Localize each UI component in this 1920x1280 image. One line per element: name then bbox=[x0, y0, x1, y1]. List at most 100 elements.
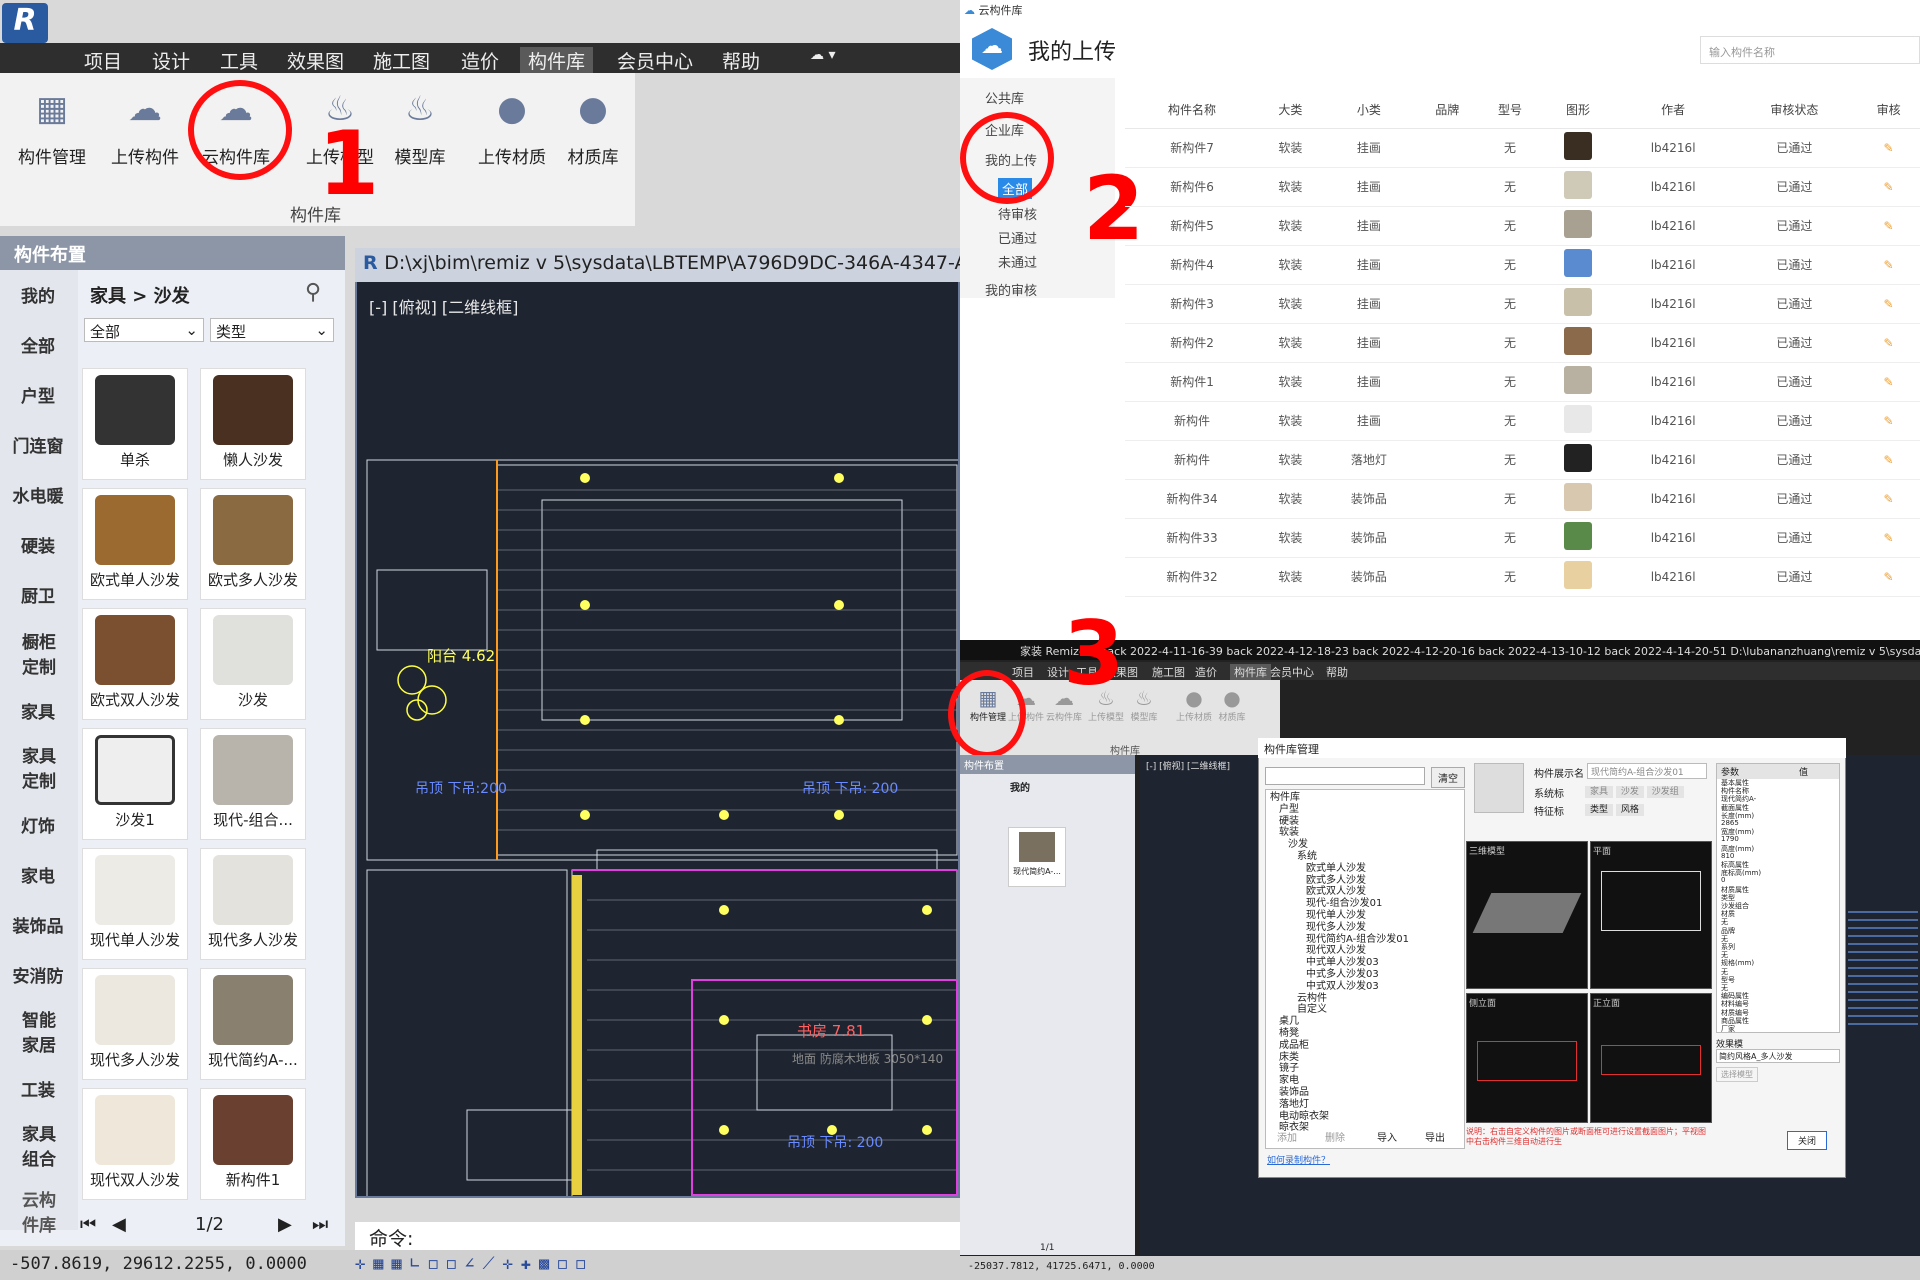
filter-type-select[interactable]: 类型 ⌄ bbox=[210, 318, 334, 342]
dialog-search-input[interactable] bbox=[1265, 767, 1425, 785]
cad-viewport[interactable]: [-] [俯视] [二维线框] 阳台 4.62 吊顶 下吊:200 吊顶 下吊:… bbox=[355, 248, 960, 1198]
item-tile[interactable]: 欧式双人沙发 bbox=[82, 608, 188, 720]
category-cloud[interactable]: 云构件库 bbox=[14, 1186, 64, 1236]
item-tile[interactable]: 沙发 bbox=[200, 608, 306, 720]
last-page-icon[interactable]: ⏭ bbox=[312, 1214, 328, 1235]
side-my-review[interactable]: 我的审核 bbox=[985, 280, 1037, 299]
search-input[interactable]: 输入构件名称 bbox=[1700, 36, 1920, 64]
model-library-button[interactable]: ♨ 模型库 bbox=[380, 83, 460, 168]
menu-member[interactable]: 会员中心 bbox=[617, 47, 693, 74]
item-tile[interactable]: 现代多人沙发 bbox=[200, 848, 306, 960]
category-mine[interactable]: 我的 bbox=[4, 282, 72, 307]
item-tile[interactable]: 懒人沙发 bbox=[200, 368, 306, 480]
category-floorplan[interactable]: 户型 bbox=[4, 382, 72, 407]
category-all[interactable]: 全部 bbox=[4, 332, 72, 357]
menu-cost[interactable]: 造价 bbox=[461, 47, 499, 74]
view-3d[interactable]: 三维模型 bbox=[1466, 841, 1588, 989]
table-row[interactable]: 新构件34 软装 装饰品 无 lb4216l 已通过 ✎ bbox=[1125, 479, 1920, 519]
category-hardfit[interactable]: 硬装 bbox=[4, 532, 72, 557]
menu-help[interactable]: 帮助 bbox=[722, 47, 760, 74]
category-plumbing[interactable]: 水电暖 bbox=[4, 482, 72, 507]
menu-tools[interactable]: 工具 bbox=[220, 47, 258, 74]
clear-button[interactable]: 清空 bbox=[1431, 767, 1465, 788]
model-library-button[interactable]: ♨ 模型库 bbox=[1126, 686, 1162, 723]
tree-node[interactable]: 现代简约A-组合沙发01 bbox=[1306, 934, 1409, 945]
table-row[interactable]: 新构件 软装 落地灯 无 lb4216l 已通过 ✎ bbox=[1125, 440, 1920, 480]
view-side[interactable]: 侧立面 bbox=[1466, 993, 1588, 1123]
menu-project[interactable]: 项目 bbox=[1012, 664, 1034, 680]
tree-node[interactable]: 自定义 bbox=[1297, 1004, 1327, 1015]
edit-icon[interactable]: ✎ bbox=[1857, 440, 1920, 480]
category-security[interactable]: 安消防 bbox=[4, 962, 72, 987]
edit-icon[interactable]: ✎ bbox=[1857, 362, 1920, 402]
tree-node[interactable]: 床类 bbox=[1279, 1052, 1299, 1063]
item-tile[interactable]: 欧式单人沙发 bbox=[82, 488, 188, 600]
command-line[interactable]: 命令: bbox=[355, 1222, 960, 1250]
item-tile[interactable]: 现代多人沙发 bbox=[82, 968, 188, 1080]
cloud-dropdown-icon[interactable]: ☁ ▾ bbox=[810, 47, 835, 63]
component-manage-button[interactable]: ▦ 构件管理 bbox=[12, 83, 92, 168]
menu-project[interactable]: 项目 bbox=[84, 47, 122, 74]
category-furniture-custom[interactable]: 家具定制 bbox=[14, 742, 64, 792]
delete-button[interactable]: 删除 bbox=[1325, 1129, 1345, 1144]
tree-node[interactable]: 系统 bbox=[1297, 851, 1317, 862]
category-kitchen-bath[interactable]: 厨卫 bbox=[4, 582, 72, 607]
edit-icon[interactable]: ✎ bbox=[1857, 557, 1920, 597]
category-lighting[interactable]: 灯饰 bbox=[4, 812, 72, 837]
menu-help[interactable]: 帮助 bbox=[1326, 664, 1348, 680]
tree-node[interactable]: 欧式多人沙发 bbox=[1306, 875, 1366, 886]
tree-node[interactable]: 中式多人沙发03 bbox=[1306, 969, 1379, 980]
side-rejected[interactable]: 未通过 bbox=[998, 252, 1037, 271]
table-row[interactable]: 新构件4 软装 挂画 无 lb4216l 已通过 ✎ bbox=[1125, 245, 1920, 285]
import-button[interactable]: 导入 bbox=[1377, 1129, 1397, 1144]
panel-tab-mine[interactable]: 我的 bbox=[1010, 779, 1030, 794]
table-row[interactable]: 新构件2 软装 挂画 无 lb4216l 已通过 ✎ bbox=[1125, 323, 1920, 363]
category-door-window[interactable]: 门连窗 bbox=[4, 432, 72, 457]
tree-node[interactable]: 户型 bbox=[1279, 804, 1299, 815]
material-library-button[interactable]: ● 材质库 bbox=[553, 83, 633, 168]
tree-node[interactable]: 沙发 bbox=[1288, 839, 1308, 850]
menu-construction[interactable]: 施工图 bbox=[373, 47, 430, 74]
edit-icon[interactable]: ✎ bbox=[1857, 479, 1920, 519]
tree-node[interactable]: 中式双人沙发03 bbox=[1306, 981, 1379, 992]
property-grid[interactable]: 参数值基本属性 构件名称 现代简约A- 截面属性 长度(mm) 2865 宽度(mm) 179… bbox=[1716, 763, 1840, 1033]
viewport-label[interactable]: [-] [俯视] [二维线框] bbox=[1146, 759, 1230, 772]
help-link[interactable]: 如何录制构件？ bbox=[1267, 1153, 1330, 1166]
upload-material-button[interactable]: ● 上传材质 bbox=[1176, 686, 1212, 723]
tree-node[interactable]: 现代双人沙发 bbox=[1306, 945, 1366, 956]
table-row[interactable]: 新构件5 软装 挂画 无 lb4216l 已通过 ✎ bbox=[1125, 206, 1920, 246]
first-page-icon[interactable]: ⏮ bbox=[80, 1214, 96, 1235]
tree-node[interactable]: 电动晾衣架 bbox=[1279, 1111, 1329, 1122]
menu-construction[interactable]: 施工图 bbox=[1152, 664, 1185, 680]
view-front[interactable]: 正立面 bbox=[1590, 993, 1712, 1123]
menu-cost[interactable]: 造价 bbox=[1195, 664, 1217, 680]
table-row[interactable]: 新构件 软装 挂画 无 lb4216l 已通过 ✎ bbox=[1125, 401, 1920, 441]
tree-node[interactable]: 欧式单人沙发 bbox=[1306, 863, 1366, 874]
edit-icon[interactable]: ✎ bbox=[1857, 245, 1920, 285]
edit-icon[interactable]: ✎ bbox=[1857, 284, 1920, 324]
category-furniture[interactable]: 家具 bbox=[4, 698, 72, 723]
item-tile[interactable]: 单杀 bbox=[82, 368, 188, 480]
prev-page-icon[interactable]: ◀ bbox=[112, 1214, 126, 1235]
tree-node[interactable]: 欧式双人沙发 bbox=[1306, 886, 1366, 897]
edit-icon[interactable]: ✎ bbox=[1857, 323, 1920, 363]
table-row[interactable]: 新构件6 软装 挂画 无 lb4216l 已通过 ✎ bbox=[1125, 167, 1920, 207]
edit-icon[interactable]: ✎ bbox=[1857, 401, 1920, 441]
close-button[interactable]: 关闭 bbox=[1787, 1131, 1828, 1150]
category-cabinet[interactable]: 橱柜定制 bbox=[14, 628, 64, 678]
side-pending[interactable]: 待审核 bbox=[998, 204, 1037, 223]
table-row[interactable]: 新构件3 软装 挂画 无 lb4216l 已通过 ✎ bbox=[1125, 284, 1920, 324]
tree-node[interactable]: 桌几 bbox=[1279, 1016, 1299, 1027]
category-decor[interactable]: 装饰品 bbox=[4, 912, 72, 937]
tree-node[interactable]: 现代单人沙发 bbox=[1306, 910, 1366, 921]
upload-material-button[interactable]: ● 上传材质 bbox=[472, 83, 552, 168]
item-tile[interactable]: 现代简约A-... bbox=[1008, 827, 1066, 887]
tree-node[interactable]: 成品柜 bbox=[1279, 1040, 1309, 1051]
table-row[interactable]: 新构件32 软装 装饰品 无 lb4216l 已通过 ✎ bbox=[1125, 557, 1920, 597]
add-button[interactable]: 添加 bbox=[1277, 1129, 1297, 1144]
tree-node[interactable]: 落地灯 bbox=[1279, 1099, 1309, 1110]
edit-icon[interactable]: ✎ bbox=[1857, 167, 1920, 207]
menu-member[interactable]: 会员中心 bbox=[1270, 664, 1314, 680]
view-plan[interactable]: 平面 bbox=[1590, 841, 1712, 989]
menu-component-library[interactable]: 构件库 bbox=[1230, 664, 1271, 680]
